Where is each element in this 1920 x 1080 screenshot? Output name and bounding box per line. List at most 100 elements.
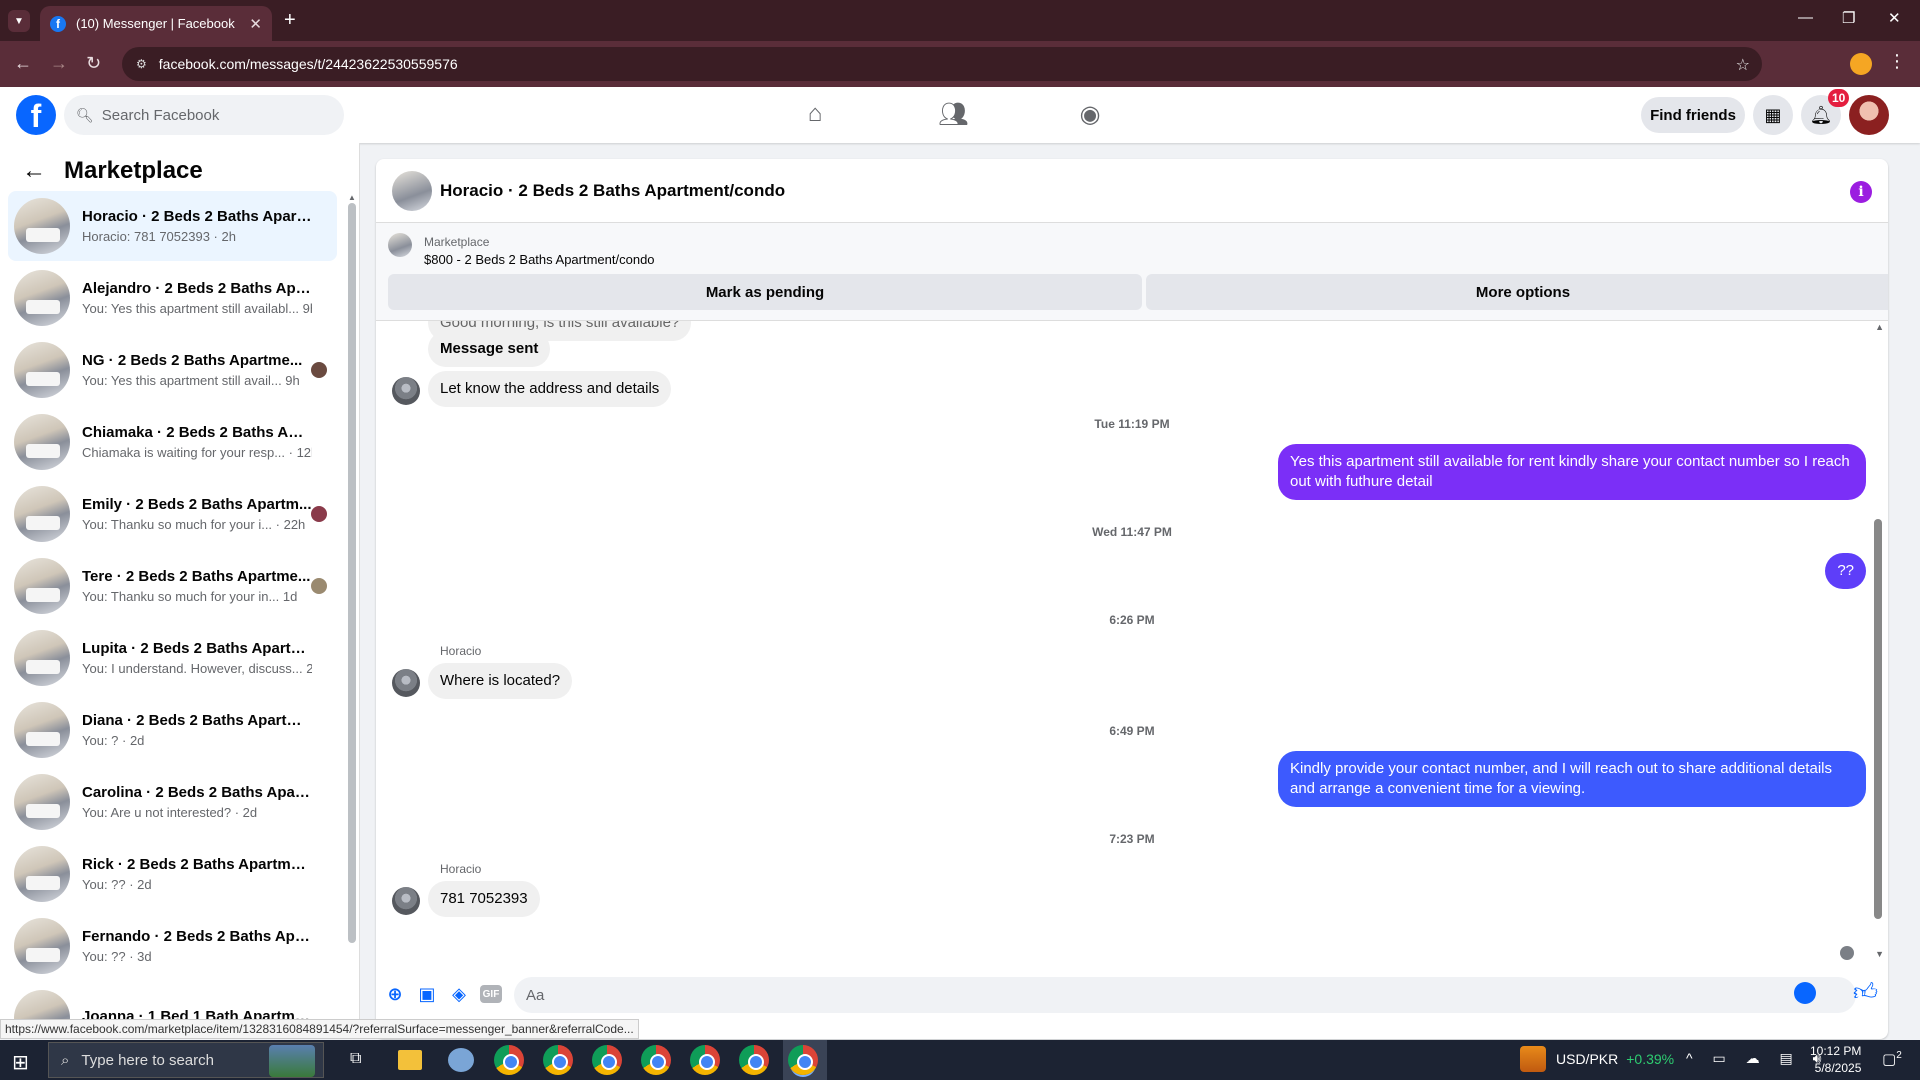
listing-avatar bbox=[14, 630, 70, 686]
conversation-item[interactable]: NG · 2 Beds 2 Baths Apartme... You: Yes t… bbox=[8, 335, 337, 405]
chrome-icon[interactable] bbox=[641, 1045, 671, 1075]
close-tab-icon[interactable]: ✕ bbox=[249, 15, 262, 33]
scroll-down-icon[interactable]: ▼ bbox=[1875, 949, 1884, 959]
message-thread: Good morning, is this still available? M… bbox=[376, 321, 1888, 971]
notification-count-badge: 10 bbox=[1828, 89, 1850, 107]
windows-start-icon[interactable]: ⊞ bbox=[12, 1050, 29, 1075]
conversation-name: Horacio · 2 Beds 2 Baths Apartm... bbox=[82, 208, 312, 225]
sender-avatar[interactable] bbox=[392, 669, 420, 697]
conversation-item[interactable]: Lupita · 2 Beds 2 Baths Apartme... You: I… bbox=[8, 623, 337, 693]
listing-avatar bbox=[14, 342, 70, 398]
timestamp: 7:23 PM bbox=[1109, 832, 1155, 846]
market-pair: USD/PKR bbox=[1556, 1051, 1619, 1067]
find-friends-button[interactable]: Find friends bbox=[1641, 97, 1745, 133]
sender-name: Horacio bbox=[440, 862, 482, 876]
sticker-icon[interactable]: ◈ bbox=[448, 983, 470, 1005]
home-icon[interactable]: ⌂ bbox=[800, 100, 830, 130]
add-more-icon[interactable]: ⊕ bbox=[384, 983, 406, 1005]
new-tab-button[interactable]: + bbox=[284, 9, 296, 32]
conversation-item[interactable]: Fernando · 2 Beds 2 Baths Apart... You: ?… bbox=[8, 911, 337, 981]
chrome-icon[interactable] bbox=[739, 1045, 769, 1075]
taskbar-clock[interactable]: 10:12 PM 5/8/2025 bbox=[1810, 1043, 1861, 1077]
url-bar[interactable]: ⚙ facebook.com/messages/t/24423622530559… bbox=[122, 47, 1762, 81]
friends-icon[interactable]: 👥︎ bbox=[938, 100, 968, 130]
attach-photo-icon[interactable]: ▣ bbox=[416, 983, 438, 1005]
listing-avatar[interactable] bbox=[392, 170, 432, 211]
timestamp: Wed 11:47 PM bbox=[1092, 525, 1172, 539]
task-view-icon[interactable]: ⧉ bbox=[350, 1050, 361, 1068]
system-tray-icons[interactable]: ^ ▭ ☁ ▤ 🔊︎ bbox=[1686, 1050, 1829, 1067]
listing-avatar bbox=[14, 414, 70, 470]
notification-center-icon[interactable]: ▢2 bbox=[1882, 1050, 1902, 1068]
taskbar-search-input[interactable]: ⌕ Type here to search bbox=[48, 1042, 324, 1078]
message-placeholder: Aa bbox=[526, 986, 545, 1004]
conversation-item[interactable]: Tere · 2 Beds 2 Baths Apartme... You: Tha… bbox=[8, 551, 337, 621]
chat-panel: Horacio · 2 Beds 2 Baths Apartment/condo… bbox=[376, 159, 1888, 1039]
listing-avatar bbox=[14, 774, 70, 830]
chrome-icon[interactable] bbox=[690, 1045, 720, 1075]
chat-scrollbar[interactable] bbox=[1874, 519, 1882, 919]
back-arrow-icon[interactable]: ← bbox=[22, 157, 46, 185]
facebook-logo-icon[interactable]: f bbox=[16, 95, 56, 135]
menu-grid-icon[interactable]: ▦ bbox=[1753, 95, 1793, 135]
sender-avatar[interactable] bbox=[392, 887, 420, 915]
site-info-icon[interactable]: ⚙ bbox=[136, 57, 147, 71]
info-icon[interactable]: i bbox=[1850, 181, 1872, 203]
browser-tab[interactable]: f (10) Messenger | Facebook ✕ bbox=[40, 6, 272, 41]
market-widget[interactable]: USD/PKR +0.39% bbox=[1520, 1046, 1674, 1072]
close-window-icon[interactable]: ✕ bbox=[1888, 9, 1901, 27]
message-input[interactable]: Aa bbox=[514, 977, 1856, 1013]
file-explorer-icon[interactable] bbox=[398, 1050, 422, 1070]
profile-avatar[interactable] bbox=[1849, 95, 1889, 135]
sidebar-scrollbar[interactable] bbox=[348, 203, 356, 943]
tab-search-icon[interactable]: ▼ bbox=[8, 10, 30, 32]
search-facebook-input[interactable]: 🔍︎ Search Facebook bbox=[64, 95, 344, 135]
groups-icon[interactable]: ◉ bbox=[1075, 100, 1105, 130]
listing-avatar bbox=[14, 558, 70, 614]
conversation-preview: Horacio: 781 7052393 · 2h bbox=[82, 229, 236, 244]
conversation-item[interactable]: Horacio · 2 Beds 2 Baths Apartm... Horaci… bbox=[8, 191, 337, 261]
gif-icon[interactable]: GIF bbox=[480, 985, 502, 1003]
chrome-icon[interactable] bbox=[543, 1045, 573, 1075]
conversation-name: Lupita · 2 Beds 2 Baths Apartme... bbox=[82, 640, 312, 657]
conversation-preview: You: ?? · 2d bbox=[82, 877, 152, 892]
status-bar-link: https://www.facebook.com/marketplace/ite… bbox=[0, 1019, 639, 1039]
conversation-item[interactable]: Carolina · 2 Beds 2 Baths Apart... You: A… bbox=[8, 767, 337, 837]
timestamp: 6:49 PM bbox=[1109, 724, 1155, 738]
chat-title[interactable]: Horacio · 2 Beds 2 Baths Apartment/condo bbox=[440, 181, 785, 201]
scroll-up-icon[interactable]: ▲ bbox=[1875, 322, 1884, 332]
more-options-button[interactable]: More options bbox=[1146, 274, 1888, 310]
sender-avatar[interactable] bbox=[392, 377, 420, 405]
clock-date: 5/8/2025 bbox=[1814, 1061, 1862, 1075]
app-icon[interactable] bbox=[448, 1048, 474, 1072]
market-change: +0.39% bbox=[1626, 1051, 1675, 1067]
minimize-icon[interactable]: — bbox=[1798, 9, 1813, 26]
conversation-item[interactable]: Chiamaka · 2 Beds 2 Baths Apart... Chiama… bbox=[8, 407, 337, 477]
chrome-icon[interactable] bbox=[494, 1045, 524, 1075]
sidebar-header: ← Marketplace bbox=[22, 157, 203, 185]
back-icon[interactable]: ← bbox=[14, 53, 32, 74]
conversation-item[interactable]: Rick · 2 Beds 2 Baths Apartment... You: ?… bbox=[8, 839, 337, 909]
message-bubble-incoming: Let know the address and details bbox=[428, 371, 672, 407]
windows-taskbar: ⊞ ⌕ Type here to search ⧉ USD/PKR +0.39%… bbox=[0, 1040, 1920, 1080]
chrome-icon[interactable] bbox=[592, 1045, 622, 1075]
bookmark-star-icon[interactable]: ☆ bbox=[1736, 55, 1750, 75]
thumbs-up-icon[interactable]: 👍︎ bbox=[1853, 979, 1878, 1007]
browser-menu-icon[interactable]: ⋮ bbox=[1888, 51, 1906, 72]
chrome-icon-active[interactable] bbox=[788, 1045, 818, 1075]
taskbar-search-placeholder: Type here to search bbox=[81, 1051, 214, 1069]
conversation-item[interactable]: Diana · 2 Beds 2 Baths Apartme... You: ? … bbox=[8, 695, 337, 765]
emoji-icon[interactable] bbox=[1794, 982, 1816, 1004]
conversation-item[interactable]: Alejandro · 2 Beds 2 Baths Apart... You: … bbox=[8, 263, 337, 333]
restore-icon[interactable]: ❐ bbox=[1842, 9, 1855, 27]
reload-icon[interactable]: ↻ bbox=[86, 53, 101, 74]
read-receipt-avatar bbox=[1840, 946, 1854, 960]
conversation-item[interactable]: Emily · 2 Beds 2 Baths Apartm... You: Tha… bbox=[8, 479, 337, 549]
conversation-name: Alejandro · 2 Beds 2 Baths Apart... bbox=[82, 280, 312, 297]
scroll-up-icon[interactable]: ▲ bbox=[348, 193, 356, 202]
extension-icon[interactable] bbox=[1850, 53, 1872, 75]
forward-icon[interactable]: → bbox=[50, 53, 68, 74]
listing-title[interactable]: $800 - 2 Beds 2 Baths Apartment/condo bbox=[424, 252, 655, 267]
tab-title: (10) Messenger | Facebook bbox=[76, 16, 235, 31]
mark-as-pending-button[interactable]: Mark as pending bbox=[388, 274, 1142, 310]
